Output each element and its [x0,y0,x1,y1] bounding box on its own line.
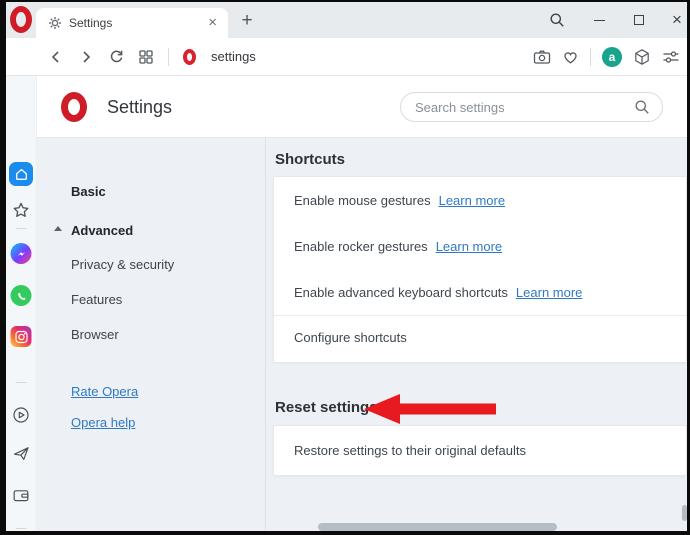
minimize-button[interactable] [584,2,614,38]
vertical-scrollbar-thumb[interactable] [682,505,687,521]
browser-sidebar [6,76,37,531]
toolbar-separator [590,47,591,66]
profile-avatar[interactable]: a [602,46,622,67]
search-settings-input[interactable] [413,98,634,116]
setting-label: Enable advanced keyboard shortcuts [294,284,508,300]
tab-settings[interactable]: Settings × [36,8,228,38]
section-title-shortcuts: Shortcuts [275,151,346,168]
reload-icon[interactable] [108,49,124,65]
opera-logo-icon [10,6,34,34]
reset-settings-card: Restore settings to their original defau… [273,425,687,476]
learn-more-link[interactable]: Learn more [516,285,582,300]
address-bar: settings a [6,38,687,76]
window-close-button[interactable]: × [662,2,687,38]
easy-setup-sliders-icon[interactable] [662,49,680,65]
setting-row-mouse-gestures: Enable mouse gestures Learn more [274,177,686,223]
shortcuts-card: Enable mouse gestures Learn more Enable … [273,176,687,363]
setting-label: Enable rocker gestures [294,238,428,254]
toolbar-separator [168,47,169,66]
setting-row-rocker-gestures: Enable rocker gestures Learn more [274,223,686,269]
nav-item-basic[interactable]: Basic [71,184,106,199]
opera-help-link[interactable]: Opera help [71,415,135,430]
sidebar-separator [15,228,27,229]
collapse-caret-icon[interactable] [54,226,62,231]
nav-item-privacy-security[interactable]: Privacy & security [71,257,174,272]
tab-tiles-icon[interactable] [138,49,154,65]
forward-icon[interactable] [78,49,94,65]
tab-close-icon[interactable]: × [205,15,220,30]
setting-label: Restore settings to their original defau… [294,443,526,458]
player-icon[interactable] [12,406,30,424]
gear-icon [48,16,62,30]
rate-opera-link[interactable]: Rate Opera [71,384,138,399]
tab-bar: Settings × + × [6,2,687,38]
cube-icon[interactable] [633,48,651,66]
telegram-icon[interactable] [12,444,30,462]
messenger-icon[interactable] [10,243,32,264]
whatsapp-icon[interactable] [10,285,32,306]
search-icon[interactable] [542,2,572,38]
setting-label: Enable mouse gestures [294,192,431,208]
learn-more-link[interactable]: Learn more [439,193,505,208]
snapshot-camera-icon[interactable] [533,49,551,65]
url-text[interactable]: settings [211,49,256,64]
instagram-icon[interactable] [10,326,32,347]
horizontal-scrollbar-thumb[interactable] [318,523,557,531]
tab-title: Settings [69,16,113,30]
sidebar-separator [15,382,27,383]
wallet-icon[interactable] [12,486,30,504]
configure-shortcuts-row[interactable]: Configure shortcuts [274,315,686,359]
opera-logo-icon [61,92,87,127]
nav-content-divider [265,138,266,531]
setting-label: Configure shortcuts [294,330,407,345]
nav-item-advanced[interactable]: Advanced [71,223,133,238]
bookmark-heart-icon[interactable] [562,49,579,65]
new-tab-button[interactable]: + [234,8,260,34]
maximize-button[interactable] [624,2,654,38]
learn-more-link[interactable]: Learn more [436,239,502,254]
browser-window: Settings × + × settings a Settings Searc… [6,2,687,531]
restore-defaults-row[interactable]: Restore settings to their original defau… [274,426,686,475]
search-settings-box [400,92,663,122]
page-title: Settings [107,96,173,117]
opera-badge-icon [183,48,196,65]
settings-page-header: Settings [37,76,687,138]
nav-item-browser[interactable]: Browser [71,327,119,342]
search-icon [634,99,650,115]
back-icon[interactable] [48,49,64,65]
bookmarks-star-icon[interactable] [12,201,30,219]
setting-row-advanced-keyboard-shortcuts: Enable advanced keyboard shortcuts Learn… [274,269,686,315]
settings-page: Settings Basic Advanced Privacy & securi… [37,76,687,531]
sidebar-separator [15,528,27,529]
annotation-arrow [362,393,498,425]
home-icon[interactable] [9,162,33,186]
screenshot-frame: Settings × + × settings a Settings Searc… [0,0,690,535]
nav-item-features[interactable]: Features [71,292,122,307]
section-title-reset-settings: Reset settings [275,399,378,416]
